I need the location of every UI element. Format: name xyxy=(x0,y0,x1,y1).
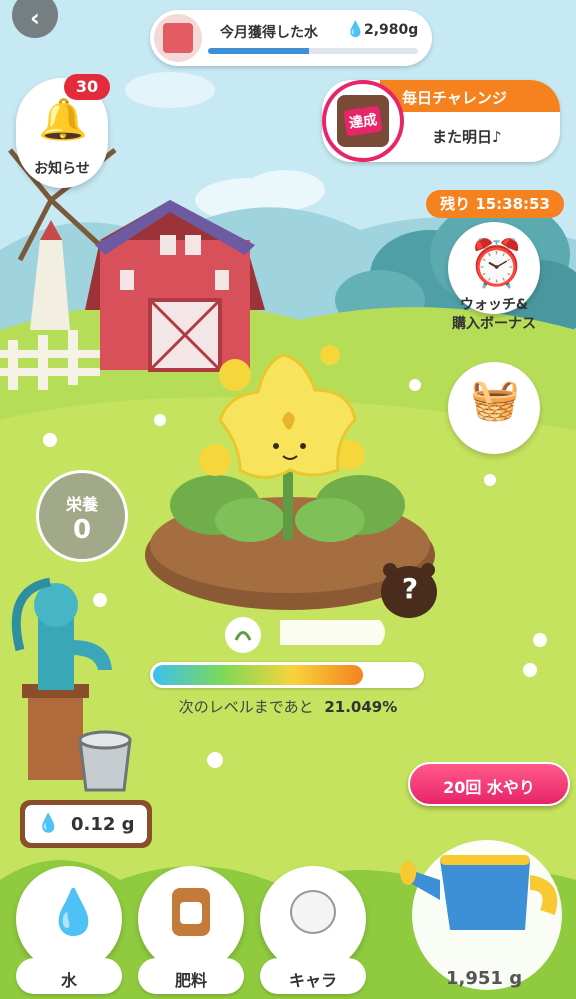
notifications-label: お知らせ xyxy=(34,161,90,177)
shop-basket-button[interactable]: 🧺 xyxy=(448,362,540,454)
nav-character-label: キャラ xyxy=(288,971,337,990)
nav-water-label: 水 xyxy=(60,971,77,990)
droplet-icon: 💧 xyxy=(37,813,60,834)
nav-fertilizer-button[interactable] xyxy=(138,866,244,972)
watch-bonus-label: ウォッチ& 購入ボーナス xyxy=(436,296,552,334)
nav-fertilizer-label-pill: 肥料 xyxy=(138,958,244,994)
daily-challenge-header: 毎日チャレンジ xyxy=(380,80,560,112)
chevron-left-icon: ‹ xyxy=(30,4,40,32)
water-badge-icon xyxy=(154,14,202,62)
water-drop-icon: 💧 xyxy=(46,887,101,938)
notifications-badge: 30 xyxy=(64,74,110,100)
notifications-button[interactable]: 🔔 お知らせ 30 xyxy=(16,74,110,188)
nutrition-label: 栄養 xyxy=(65,495,98,514)
bonus-timer: 残り 15:38:53 xyxy=(426,190,564,218)
watch-bonus-label-line2: 購入ボーナス xyxy=(452,316,536,332)
nav-water-label-pill: 水 xyxy=(16,958,122,994)
watering-can-button[interactable] xyxy=(412,840,562,990)
daily-challenge-panel[interactable]: 毎日チャレンジ また明日♪ 達成 xyxy=(322,80,560,162)
mystery-creature[interactable]: ? xyxy=(396,572,424,605)
achieved-stamp: 達成 xyxy=(322,80,404,162)
tank-amount-panel: 💧 0.12 g xyxy=(20,800,152,848)
achieved-stamp-text: 達成 xyxy=(343,105,383,137)
level-percent: 21.049% xyxy=(324,698,398,716)
nav-water-button[interactable]: 💧 xyxy=(16,866,122,972)
bear-character-icon xyxy=(290,890,336,934)
water-value: 2,980g xyxy=(364,22,419,38)
bell-icon: 🔔 xyxy=(38,97,88,143)
nutrition-panel: 栄養 0 xyxy=(36,470,128,562)
daily-challenge-status: また明日♪ xyxy=(432,128,502,146)
level-text: 次のレベルまであと 21.049% xyxy=(140,696,436,717)
monthly-water-panel[interactable]: 今月獲得した水 💧 2,980g xyxy=(150,10,432,66)
level-prefix: 次のレベルまであと xyxy=(178,698,314,716)
water-label: 今月獲得した水 xyxy=(220,25,318,41)
tank-amount: 0.12 g xyxy=(71,814,135,835)
fertilizer-bag-icon xyxy=(172,888,210,936)
alarm-clock-icon: ⏰ xyxy=(468,236,526,290)
nav-character-button[interactable] xyxy=(260,866,366,972)
water-progress-bar xyxy=(208,48,418,54)
nav-fertilizer-label: 肥料 xyxy=(174,971,207,990)
daily-challenge-title: 毎日チャレンジ xyxy=(402,89,507,107)
nav-character-label-pill: キャラ xyxy=(260,958,366,994)
basket-icon: 🧺 xyxy=(470,377,520,423)
watering-button[interactable]: 20回 水やり xyxy=(408,762,570,806)
droplet-icon: 💧 xyxy=(346,20,365,38)
level-progress-bar xyxy=(150,662,424,688)
watch-bonus-label-line1: ウォッチ& xyxy=(459,297,529,313)
watering-button-label: 20回 水やり xyxy=(443,778,535,797)
nutrition-value: 0 xyxy=(72,515,92,545)
